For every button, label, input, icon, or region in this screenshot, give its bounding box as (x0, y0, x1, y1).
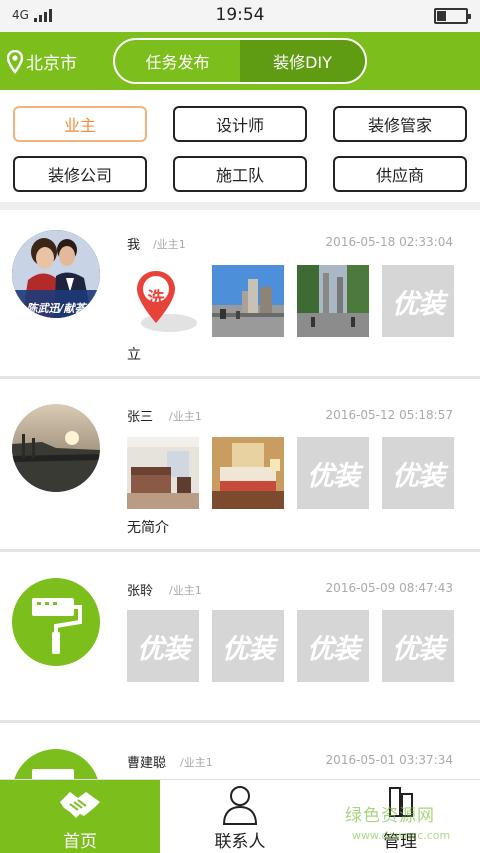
app-screen: 4G 19:54 北京市 任务发布 装修DIY 业主 设计师 装修管家 装修公司… (0, 0, 480, 853)
post-author-role: /业主1 (169, 410, 202, 423)
paint-roller-icon (32, 598, 82, 654)
paint-roller-icon (32, 769, 74, 779)
post-author[interactable]: 我 (127, 234, 140, 253)
handshake-icon (60, 792, 100, 818)
image-placeholder[interactable]: 优装 (212, 610, 284, 682)
watermark-title: 绿色资源网 (345, 806, 435, 826)
post-author-role: /业主1 (169, 584, 202, 597)
post-time: 2016-05-12 05:18:57 (325, 408, 453, 422)
image-placeholder[interactable]: 优装 (382, 610, 454, 682)
feed-post[interactable]: 张聆 /业主1 2016-05-09 08:47:43 优装 优装 优装 优装 (0, 552, 480, 720)
post-author[interactable]: 张聆 (127, 580, 153, 599)
post-image-2[interactable] (212, 265, 284, 337)
post-author-role: /业主1 (153, 238, 186, 251)
person-icon (222, 786, 258, 825)
nav-contacts[interactable]: 联系人 (160, 780, 320, 853)
role-crew-button[interactable]: 施工队 (173, 156, 307, 192)
city-label: 北京市 (26, 54, 77, 74)
image-placeholder[interactable]: 优装 (297, 437, 369, 509)
battery-icon (434, 8, 471, 24)
location-pin-icon (7, 49, 23, 74)
bedroom-photo (127, 437, 199, 509)
post-image-1[interactable] (127, 437, 199, 509)
avenue-photo (297, 265, 369, 337)
avatar[interactable] (12, 404, 100, 492)
post-time: 2016-05-01 03:37:34 (325, 753, 453, 767)
nav-contacts-label: 联系人 (214, 832, 266, 852)
post-author[interactable]: 曹建聪 (127, 752, 166, 771)
city-selector[interactable]: 北京市 (7, 49, 77, 74)
street-photo (212, 265, 284, 337)
post-author[interactable]: 张三 (127, 406, 153, 425)
tab-task-publish[interactable]: 任务发布 (115, 40, 240, 82)
avatar[interactable] (12, 749, 100, 779)
tab-decoration-diy[interactable]: 装修DIY (240, 40, 365, 82)
image-placeholder[interactable]: 优装 (382, 265, 454, 337)
role-designer-button[interactable]: 设计师 (173, 106, 307, 142)
avatar[interactable] (12, 578, 100, 666)
post-time: 2016-05-09 08:47:43 (325, 581, 453, 595)
watermark-url: www.downcc.com (352, 829, 451, 842)
feed-post[interactable]: 陈武迅/献荟 我 /业主1 2016-05-18 02:33:04 洗 优装 立 (0, 210, 480, 376)
role-company-button[interactable]: 装修公司 (13, 156, 147, 192)
image-placeholder[interactable]: 优装 (382, 437, 454, 509)
top-header: 北京市 任务发布 装修DIY (0, 32, 480, 90)
post-intro: 立 (127, 347, 141, 363)
wash-pin-label: 洗 (147, 289, 165, 309)
post-time: 2016-05-18 02:33:04 (325, 235, 453, 249)
image-placeholder[interactable]: 优装 (127, 610, 199, 682)
post-image-1[interactable]: 洗 (127, 265, 199, 337)
status-bar: 4G 19:54 (0, 0, 480, 32)
role-manager-button[interactable]: 装修管家 (333, 106, 467, 142)
section-divider (0, 202, 480, 210)
nav-home-label: 首页 (63, 832, 97, 852)
feed-post[interactable]: 曹建聪 /业主1 2016-05-01 03:37:34 (0, 723, 480, 779)
mode-segmented-control: 任务发布 装修DIY (113, 38, 367, 84)
image-placeholder[interactable]: 优装 (297, 610, 369, 682)
feed-post[interactable]: 张三 /业主1 2016-05-12 05:18:57 优装 优装 无简介 (0, 379, 480, 549)
post-image-3[interactable] (297, 265, 369, 337)
post-image-2[interactable] (212, 437, 284, 509)
post-author-role: /业主1 (180, 756, 213, 769)
role-filter: 业主 设计师 装修管家 装修公司 施工队 供应商 (0, 90, 480, 202)
post-intro: 无简介 (127, 520, 169, 536)
avatar-caption: 陈武迅/献荟 (26, 302, 86, 315)
role-supplier-button[interactable]: 供应商 (333, 156, 467, 192)
avatar[interactable]: 陈武迅/献荟 (12, 230, 100, 318)
clock: 19:54 (215, 5, 265, 25)
bedroom-photo (212, 437, 284, 509)
avatar-photo (12, 404, 100, 492)
nav-home[interactable]: 首页 (0, 780, 160, 853)
role-owner-button[interactable]: 业主 (13, 106, 147, 142)
